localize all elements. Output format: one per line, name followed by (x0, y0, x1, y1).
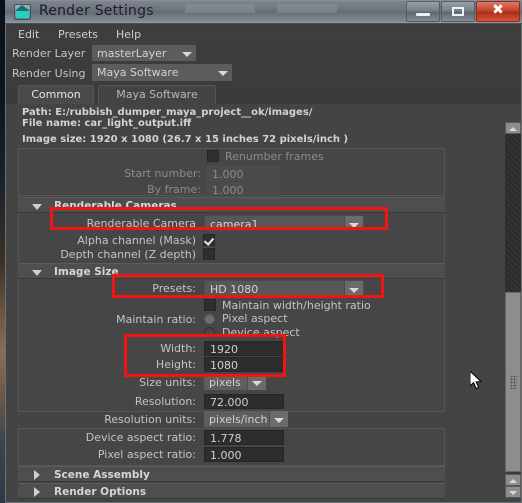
menu-item-edit[interactable]: Edit (18, 28, 39, 41)
device-aspect-ratio-value: 1.778 (210, 432, 242, 445)
start-number-field[interactable]: 1.000 (206, 166, 280, 181)
common-tab-panel: Path: E:/rubbish_dumper_maya_project__ok… (6, 104, 521, 502)
section-renderable-cameras[interactable]: Renderable Cameras (18, 197, 445, 213)
window-title: Render Settings (39, 3, 154, 19)
renderable-camera-dropdown[interactable]: camera1 (204, 215, 364, 231)
scroll-down-button-1[interactable] (505, 474, 521, 486)
mouse-cursor (470, 371, 483, 390)
render-using-label: Render Using (12, 67, 86, 80)
section-render-options[interactable]: Render Options (18, 483, 445, 499)
height-field[interactable]: 1080 (204, 357, 284, 372)
output-path-text: Path: E:/rubbish_dumper_maya_project__ok… (22, 107, 313, 118)
renumber-frames-checkbox[interactable] (207, 150, 219, 162)
size-units-dropdown[interactable]: pixels (204, 374, 266, 390)
resolution-label: Resolution: (134, 395, 196, 408)
alpha-channel-checkbox[interactable] (203, 234, 215, 246)
output-file-name-text: File name: car_light_output.iff (22, 118, 192, 129)
maintain-ratio-label: Maintain ratio: (116, 313, 196, 326)
renumber-frames-label: Renumber frames (225, 150, 324, 163)
radio-pixel-aspect-label: Pixel aspect (222, 312, 288, 325)
minimize-button[interactable] (406, 1, 440, 22)
screenshot-root: Render Settings ✖ Edit Presets Help Rend… (0, 0, 522, 503)
radio-device-aspect[interactable] (204, 327, 215, 338)
section-scene-assembly[interactable]: Scene Assembly (18, 466, 445, 482)
title-ghost-artifact-1 (185, 4, 255, 13)
section-renderable-cameras-title: Renderable Cameras (54, 200, 177, 212)
scroll-down-button-2[interactable] (505, 486, 521, 498)
tab-maya-software[interactable]: Maya Software (98, 85, 216, 104)
tab-common[interactable]: Common (18, 85, 94, 104)
section-render-options-title: Render Options (54, 486, 147, 498)
panel-scrollbar[interactable] (505, 122, 521, 498)
chevron-down-icon (247, 374, 266, 390)
close-icon: ✖ (492, 2, 504, 18)
menu-item-help[interactable]: Help (116, 28, 141, 41)
resolution-units-label: Resolution units: (104, 413, 196, 426)
width-label: Width: (160, 342, 196, 355)
close-button[interactable]: ✖ (476, 1, 520, 22)
section-image-size[interactable]: Image Size (18, 263, 445, 279)
window-titlebar[interactable]: Render Settings ✖ (5, 0, 522, 24)
section-scene-assembly-title: Scene Assembly (54, 469, 150, 481)
tab-strip: Common Maya Software (6, 85, 521, 104)
start-number-label: Start number: (124, 167, 201, 180)
size-units-label: Size units: (139, 376, 196, 389)
resolution-units-value: pixels/inch (209, 413, 268, 426)
render-using-value: Maya Software (97, 66, 179, 79)
scrollbar-grip-icon (510, 375, 517, 389)
chevron-down-icon (32, 270, 42, 276)
chevron-right-icon (34, 487, 40, 497)
presets-dropdown[interactable]: HD 1080 (204, 280, 364, 296)
title-ghost-artifact-2 (277, 4, 337, 13)
scrollbar-thumb[interactable] (505, 292, 521, 472)
render-using-dropdown[interactable]: Maya Software (92, 64, 232, 81)
maintain-width-height-ratio-checkbox[interactable] (204, 299, 216, 311)
radio-pixel-aspect[interactable] (204, 313, 215, 324)
presets-value: HD 1080 (210, 283, 259, 296)
window-controls: ✖ (406, 1, 520, 22)
menu-bar: Edit Presets Help (6, 25, 521, 45)
pixel-aspect-ratio-label: Pixel aspect ratio: (97, 448, 196, 461)
by-frame-value: 1.000 (212, 184, 244, 197)
render-layer-value: masterLayer (97, 47, 167, 60)
start-number-value: 1.000 (212, 168, 244, 181)
height-value: 1080 (210, 359, 238, 372)
render-layer-dropdown-arrow[interactable] (174, 45, 196, 61)
image-size-text: Image size: 1920 x 1080 (26.7 x 15 inche… (22, 134, 349, 145)
height-label: Height: (155, 358, 196, 371)
renderable-camera-value: camera1 (210, 218, 259, 231)
chevron-down-icon (344, 281, 363, 295)
resolution-field[interactable]: 72.000 (204, 394, 284, 409)
menu-item-presets[interactable]: Presets (58, 28, 98, 41)
by-frame-label: By frame: (147, 183, 201, 196)
alpha-channel-label: Alpha channel (Mask) (77, 234, 196, 247)
maximize-button[interactable] (441, 1, 475, 22)
render-layer-label: Render Layer (12, 47, 86, 60)
chevron-down-icon (178, 45, 196, 61)
presets-label: Presets: (152, 282, 196, 295)
pixel-aspect-ratio-value: 1.000 (210, 449, 242, 462)
maintain-width-height-ratio-label: Maintain width/height ratio (222, 299, 371, 312)
scroll-up-button[interactable] (505, 122, 521, 134)
by-frame-field[interactable]: 1.000 (206, 182, 280, 197)
maya-render-settings-icon (14, 4, 31, 20)
chevron-right-icon (34, 470, 40, 480)
depth-channel-checkbox[interactable] (203, 248, 215, 260)
pixel-aspect-ratio-field[interactable]: 1.000 (204, 447, 284, 462)
resolution-units-dropdown[interactable]: pixels/inch (204, 411, 288, 427)
device-aspect-ratio-field[interactable]: 1.778 (204, 430, 284, 445)
chevron-down-icon (214, 64, 232, 81)
resolution-value: 72.000 (210, 396, 249, 409)
radio-device-aspect-label: Device aspect (222, 326, 300, 339)
chevron-down-icon (32, 204, 42, 210)
size-units-value: pixels (209, 376, 241, 389)
depth-channel-label: Depth channel (Z depth) (60, 248, 196, 261)
renderable-camera-label: Renderable Camera (86, 217, 196, 230)
width-field[interactable]: 1920 (204, 341, 284, 356)
width-value: 1920 (210, 343, 238, 356)
section-image-size-title: Image Size (54, 266, 119, 278)
device-aspect-ratio-label: Device aspect ratio: (85, 431, 196, 444)
chevron-down-icon (269, 411, 288, 427)
chevron-down-icon (344, 216, 363, 230)
